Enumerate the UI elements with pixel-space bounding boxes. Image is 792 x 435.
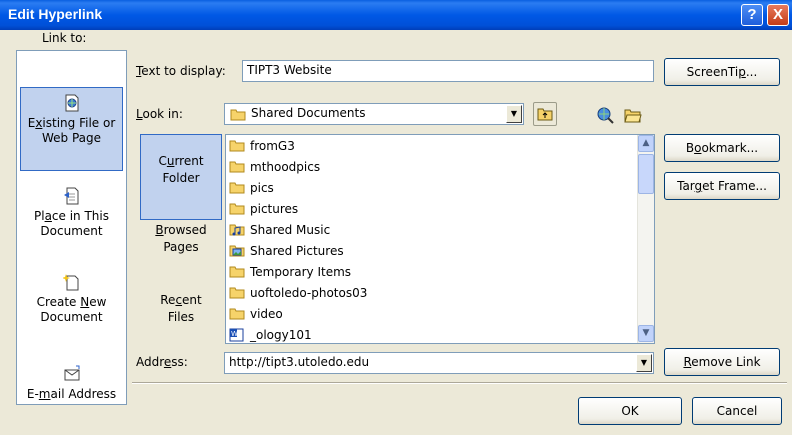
title-bar: Edit Hyperlink ? X [0, 0, 792, 30]
folder-icon [229, 182, 245, 194]
folder-icon [229, 308, 245, 320]
help-button[interactable]: ? [741, 4, 763, 26]
word-document-icon: W [229, 328, 244, 342]
close-button[interactable]: X [767, 4, 789, 26]
link-to-panel: Existing File or Web Page Place in This … [16, 50, 127, 405]
chevron-down-icon[interactable]: ▼ [506, 105, 522, 123]
folder-icon [229, 203, 245, 215]
file-name: _ology101 [250, 328, 312, 342]
svg-text:W: W [231, 330, 238, 338]
address-input[interactable]: http://tipt3.utoledo.edu ▼ [224, 352, 654, 374]
text-to-display-label: Text to display: [136, 64, 226, 78]
up-folder-icon [537, 108, 553, 121]
tab-browsed-pages[interactable]: Browsed Pages [140, 222, 222, 286]
open-folder-icon [624, 109, 642, 123]
new-document-icon [62, 274, 78, 291]
location-tabs: Current Folder Browsed Pages Recent File… [140, 134, 222, 342]
text-to-display-input[interactable]: TIPT3 Website [242, 60, 654, 82]
file-list[interactable]: fromG3 mthoodpics pics pictures Shared Music… [225, 134, 655, 344]
folder-icon [229, 161, 245, 173]
separator [132, 382, 787, 384]
music-folder-icon [229, 224, 245, 236]
scroll-down-icon[interactable]: ▼ [638, 325, 654, 342]
existing-file-icon [65, 94, 78, 112]
chevron-down-icon[interactable]: ▼ [636, 354, 652, 372]
pictures-folder-icon [229, 245, 245, 257]
cancel-button[interactable]: Cancel [692, 397, 782, 425]
file-name: pics [250, 181, 274, 195]
look-in-label: Look in: [136, 107, 183, 121]
vertical-scrollbar[interactable]: ▲ ▼ [637, 135, 654, 343]
bookmark-button[interactable]: Bookmark... [664, 134, 780, 162]
target-frame-button[interactable]: Target Frame... [664, 172, 780, 200]
scroll-up-icon[interactable]: ▲ [638, 135, 654, 152]
dialog-body: Link to: Existing File or Web Page Place… [0, 30, 792, 435]
tab-recent-files[interactable]: Recent Files [140, 292, 222, 342]
link-to-new-document[interactable]: Create New Document [20, 261, 123, 337]
folder-icon [229, 140, 245, 152]
browse-file-button[interactable] [620, 102, 644, 126]
window-title: Edit Hyperlink [8, 6, 103, 22]
address-label: Address: [136, 355, 188, 369]
file-name: video [250, 307, 283, 321]
link-to-place-in-document[interactable]: Place in This Document [20, 175, 123, 251]
file-name: Temporary Items [250, 265, 352, 279]
file-name: mthoodpics [250, 160, 321, 174]
browse-web-icon [597, 107, 614, 124]
folder-icon [229, 266, 245, 278]
link-to-label: Link to: [42, 31, 87, 45]
file-name: uoftoledo-photos03 [250, 286, 368, 300]
tab-current-folder[interactable]: Current Folder [140, 134, 222, 220]
ok-button[interactable]: OK [578, 397, 682, 425]
browse-web-button[interactable] [592, 102, 616, 126]
folder-icon [229, 287, 245, 299]
scroll-thumb[interactable] [638, 154, 654, 194]
link-to-existing-file[interactable]: Existing File or Web Page [20, 87, 123, 171]
place-in-document-icon [63, 187, 78, 205]
up-one-folder-button[interactable] [533, 102, 557, 126]
link-to-email-address[interactable]: E-mail Address [20, 347, 123, 403]
screentip-button[interactable]: ScreenTip... [664, 58, 780, 86]
file-name: fromG3 [250, 139, 295, 153]
file-name: Shared Music [250, 223, 331, 237]
file-name: pictures [250, 202, 299, 216]
remove-link-button[interactable]: Remove Link [664, 348, 780, 376]
email-icon [64, 365, 79, 381]
folder-icon [230, 109, 246, 121]
look-in-dropdown[interactable]: Shared Documents ▼ [224, 103, 524, 125]
file-name: Shared Pictures [250, 244, 344, 258]
